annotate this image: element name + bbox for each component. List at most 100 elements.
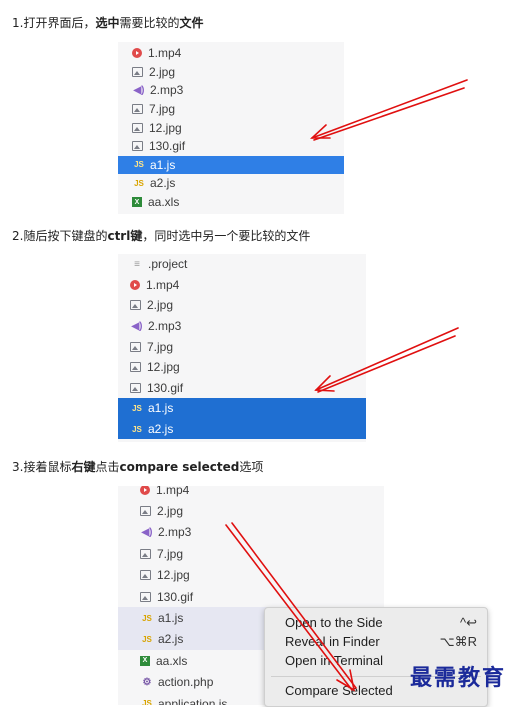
file-name: 2.jpg [149, 64, 176, 79]
step-1-text-mid: 需要比较的 [119, 16, 180, 30]
file-name: 2.mp3 [148, 319, 182, 334]
js-icon: JS [134, 178, 144, 188]
menu-shortcut: ⌥⌘R [439, 634, 477, 649]
file-name: 7.jpg [149, 102, 176, 117]
js-icon: JS [142, 634, 152, 644]
audio-icon: ◀) [133, 84, 145, 96]
file-tree-item[interactable]: Xaa.xls [118, 193, 344, 212]
step-3-bold-rightclick: 右键 [71, 460, 96, 474]
image-icon [140, 570, 151, 581]
file-name: 130.gif [149, 139, 186, 154]
excel-icon: X [132, 197, 142, 208]
file-name: aa.xls [156, 653, 188, 668]
image-icon [140, 591, 151, 602]
php-icon: ⚙ [142, 676, 152, 688]
file-tree-item[interactable]: 12.jpg [118, 565, 384, 586]
step-3-bold-compare: compare selected [119, 460, 240, 474]
file-tree-item[interactable]: 2.jpg [118, 63, 344, 82]
file-name: 12.jpg [147, 360, 180, 375]
file-tree-item[interactable]: 12.jpg [118, 357, 366, 378]
step-3-text: 3.接着鼠标 [12, 460, 72, 474]
file-explorer-panel-2: ≡ .project 1.mp4 2.jpg ◀) 2.mp3 7.jpg 12.jpg 130… [118, 254, 366, 442]
file-name: 2.jpg [157, 504, 184, 519]
image-icon [130, 382, 141, 393]
file-name: .project [148, 257, 188, 272]
file-name: 1.mp4 [146, 277, 180, 292]
text-icon: ≡ [134, 258, 140, 270]
file-tree-item[interactable]: 7.jpg [118, 336, 366, 357]
file-tree-item[interactable]: 130.gif [118, 137, 344, 156]
context-menu: Open to the Side ^↩ Reveal in Finder ⌥⌘R Ope… [264, 607, 488, 707]
file-tree-item[interactable]: 1.mp4 [118, 44, 344, 63]
file-name: a2.js [158, 632, 184, 647]
file-tree-item[interactable]: 130.gif [118, 586, 384, 607]
js-icon: JS [142, 613, 152, 623]
menu-item-label: Reveal in Finder [285, 634, 380, 649]
file-tree-item[interactable]: 1.mp4 [118, 275, 366, 296]
step-2-text: 2.随后按下键盘的 [12, 229, 108, 243]
step-2-text-post: ，同时选中另一个要比较的文件 [142, 229, 311, 243]
image-icon [130, 341, 141, 352]
file-tree-item[interactable]: JS a1.js [118, 398, 366, 419]
step-2-bold-ctrl: ctrl键 [107, 229, 143, 243]
video-icon [132, 48, 142, 59]
image-icon [140, 548, 151, 559]
menu-item-label: Compare Selected [285, 683, 393, 698]
file-tree-item[interactable]: JS a2.js [118, 174, 344, 193]
file-name: 12.jpg [157, 568, 190, 583]
file-tree-item[interactable]: ◀) 2.mp3 [118, 316, 366, 337]
step-3-instruction: 3.接着鼠标右键点击compare selected选项 [12, 459, 263, 475]
image-icon [132, 141, 143, 152]
step-2-instruction: 2.随后按下键盘的ctrl键，同时选中另一个要比较的文件 [12, 228, 310, 244]
file-name: 7.jpg [157, 546, 184, 561]
file-tree-item[interactable]: 7.jpg [118, 100, 344, 119]
file-tree-item[interactable]: ≡ .project [118, 254, 366, 275]
file-tree-item[interactable]: 12.jpg [118, 118, 344, 137]
audio-icon: ◀) [131, 320, 143, 332]
video-icon [140, 486, 150, 495]
image-icon [132, 66, 143, 77]
file-tree-item[interactable]: ◀) 2.mp3 [118, 81, 344, 100]
step-1-instruction: 1.打开界面后，选中需要比较的文件 [12, 15, 204, 31]
file-name: a2.js [150, 176, 176, 191]
file-tree-item[interactable]: ◀) 2.mp3 [118, 522, 384, 543]
file-name: action.php [158, 675, 214, 690]
file-name: a2.js [148, 422, 174, 437]
file-name: a1.js [150, 157, 176, 172]
file-tree-item[interactable]: JS a1.js [118, 155, 344, 175]
js-icon: JS [132, 424, 142, 434]
video-icon [130, 279, 140, 290]
file-name: 2.jpg [147, 298, 174, 313]
step-3-text-mid: 点击 [95, 460, 120, 474]
audio-icon: ◀) [141, 526, 153, 538]
file-name: 12.jpg [149, 120, 182, 135]
menu-item-open-to-the-side[interactable]: Open to the Side ^↩ [265, 615, 487, 633]
menu-item-label: Open in Terminal [285, 653, 384, 668]
js-icon: JS [134, 160, 144, 170]
file-tree-item[interactable]: 130.gif [118, 378, 366, 399]
menu-shortcut: ^↩ [460, 615, 477, 630]
file-name: 7.jpg [147, 339, 174, 354]
js-icon: JS [132, 403, 142, 413]
file-name: 1.mp4 [156, 486, 190, 497]
menu-item-reveal-in-finder[interactable]: Reveal in Finder ⌥⌘R [265, 634, 487, 652]
step-1-bold-select: 选中 [95, 16, 120, 30]
file-tree-item[interactable]: 2.jpg [118, 295, 366, 316]
file-tree-item[interactable]: 1.mp4 [118, 486, 384, 500]
file-tree-item[interactable]: JS a2.js [118, 418, 366, 440]
file-name: a1.js [158, 611, 184, 626]
image-icon [130, 362, 141, 373]
file-tree-item[interactable]: 7.jpg [118, 543, 384, 564]
image-icon [140, 506, 151, 517]
menu-item-label: Open to the Side [285, 615, 383, 630]
watermark-logo: 最需教育 [410, 665, 507, 691]
file-tree-item[interactable]: 2.jpg [118, 500, 384, 521]
image-icon [130, 300, 141, 311]
excel-icon: X [140, 655, 150, 666]
image-icon [132, 104, 143, 115]
file-name: aa.xls [148, 195, 180, 210]
image-icon [132, 122, 143, 133]
file-name: 130.gif [147, 380, 184, 395]
step-3-text-post: 选项 [239, 460, 264, 474]
file-name: a1.js [148, 401, 174, 416]
